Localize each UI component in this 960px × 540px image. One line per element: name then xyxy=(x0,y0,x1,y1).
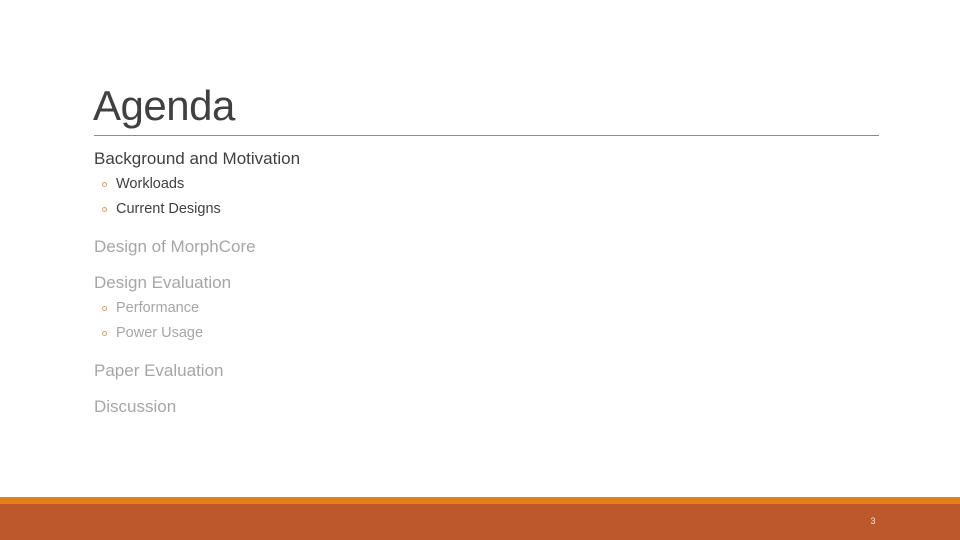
agenda-subitems-background: Workloads Current Designs xyxy=(94,172,874,222)
agenda-subitems-evaluation: Performance Power Usage xyxy=(94,296,874,346)
page-number: 3 xyxy=(870,516,876,526)
bullet-icon xyxy=(102,207,107,212)
bullet-icon xyxy=(102,306,107,311)
agenda-list: Background and Motivation Workloads Curr… xyxy=(94,148,874,418)
title-divider xyxy=(94,135,879,136)
footer-band xyxy=(0,504,960,540)
agenda-item-discussion: Discussion xyxy=(94,397,177,416)
agenda-subitem-label: Power Usage xyxy=(116,325,204,341)
agenda-subitem: Power Usage xyxy=(94,321,874,346)
agenda-item-design-evaluation: Design Evaluation xyxy=(94,273,232,292)
slide-title: Agenda xyxy=(93,82,235,129)
agenda-item-paper-evaluation: Paper Evaluation xyxy=(94,361,224,380)
agenda-item-background: Background and Motivation xyxy=(94,149,301,168)
footer-accent-strip xyxy=(0,497,960,504)
agenda-item-design: Design of MorphCore xyxy=(94,237,256,256)
agenda-subitem-label: Performance xyxy=(116,300,200,316)
agenda-subitem: Performance xyxy=(94,296,874,321)
agenda-subitem: Current Designs xyxy=(94,197,874,222)
agenda-subitem-label: Current Designs xyxy=(116,201,221,217)
bullet-icon xyxy=(102,182,107,187)
agenda-subitem-label: Workloads xyxy=(116,176,185,192)
agenda-subitem: Workloads xyxy=(94,172,874,197)
bullet-icon xyxy=(102,331,107,336)
